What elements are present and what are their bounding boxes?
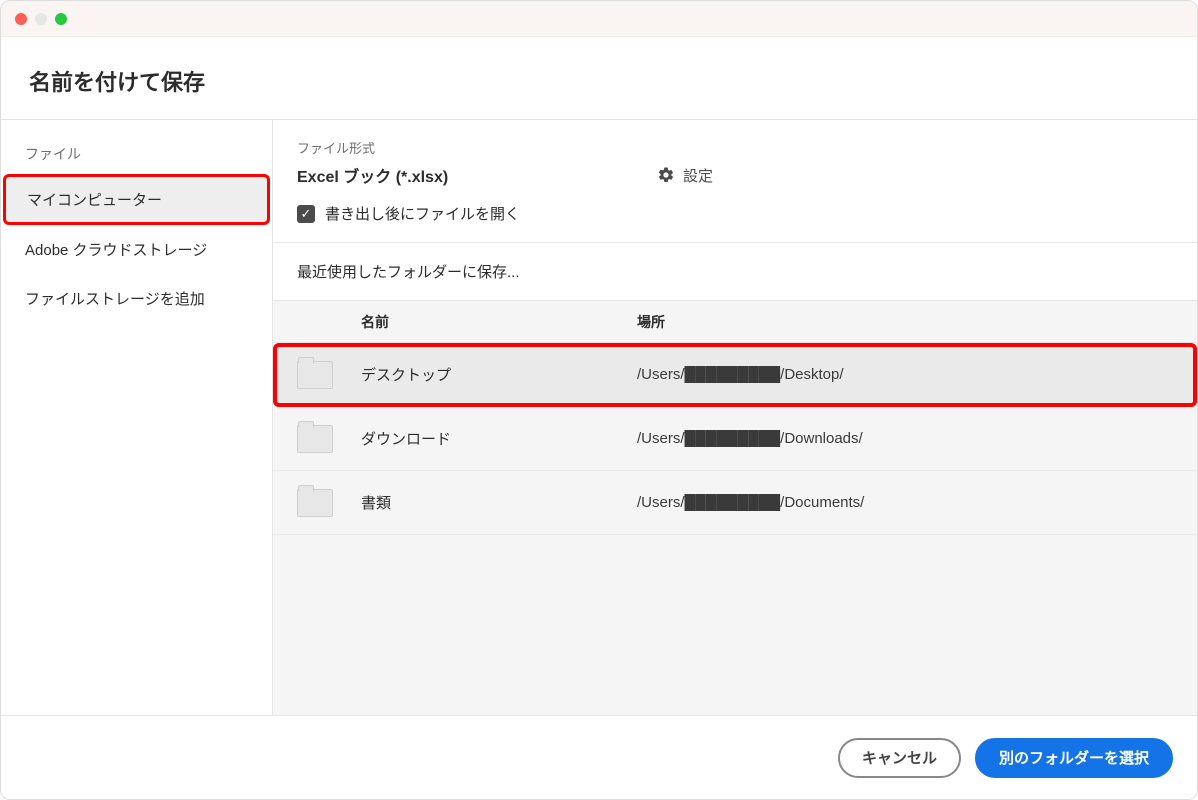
gear-icon (657, 166, 675, 184)
checkbox-label: 書き出し後にファイルを開く (325, 203, 520, 224)
folder-icon (297, 425, 333, 453)
dialog-title: 名前を付けて保存 (29, 65, 1169, 97)
sidebar-item-label: マイコンピューター (27, 192, 162, 209)
sidebar-item-add-storage[interactable]: ファイルストレージを追加 (1, 274, 272, 323)
file-type-value[interactable]: Excel ブック (*.xlsx) (297, 163, 657, 187)
sidebar-section-label: ファイル (1, 134, 272, 174)
sidebar-item-label: ファイルストレージを追加 (25, 291, 205, 308)
choose-other-folder-button[interactable]: 別のフォルダーを選択 (975, 738, 1173, 778)
dialog-body: ファイル マイコンピューター Adobe クラウドストレージ ファイルストレージ… (1, 119, 1197, 715)
file-type-section: ファイル形式 Excel ブック (*.xlsx) 設定 ✓ 書き出し後にファイ… (273, 120, 1197, 242)
sidebar-item-adobe-cloud[interactable]: Adobe クラウドストレージ (1, 225, 272, 274)
file-type-label: ファイル形式 (297, 138, 1173, 157)
zoom-window-button[interactable] (55, 13, 67, 25)
folder-icon (297, 361, 333, 389)
settings-label: 設定 (683, 165, 713, 186)
folder-row-desktop[interactable]: デスクトップ /Users/█████████/Desktop/ (273, 343, 1197, 407)
folder-icon (297, 489, 333, 517)
folder-location: /Users/█████████/Documents/ (637, 494, 1173, 511)
sidebar-item-label: Adobe クラウドストレージ (25, 242, 207, 259)
folder-location: /Users/█████████/Downloads/ (637, 430, 1173, 447)
checkbox-checked-icon: ✓ (297, 205, 315, 223)
folder-name: ダウンロード (361, 428, 637, 449)
file-type-settings-button[interactable]: 設定 (657, 165, 713, 186)
column-header-location[interactable]: 場所 (637, 312, 1173, 332)
dialog-footer: キャンセル 別のフォルダーを選択 (1, 715, 1197, 799)
open-after-export-checkbox[interactable]: ✓ 書き出し後にファイルを開く (297, 203, 1173, 224)
save-as-dialog: 名前を付けて保存 ファイル マイコンピューター Adobe クラウドストレージ … (0, 0, 1198, 800)
folder-name: デスクトップ (361, 364, 637, 385)
list-header-row: 名前 場所 (273, 301, 1197, 343)
folder-row-documents[interactable]: 書類 /Users/█████████/Documents/ (273, 471, 1197, 535)
recent-folders-list: 名前 場所 デスクトップ /Users/█████████/Desktop/ ダ… (273, 300, 1197, 715)
main-panel: ファイル形式 Excel ブック (*.xlsx) 設定 ✓ 書き出し後にファイ… (273, 120, 1197, 715)
sidebar-item-my-computer[interactable]: マイコンピューター (3, 174, 270, 225)
close-window-button[interactable] (15, 13, 27, 25)
sidebar: ファイル マイコンピューター Adobe クラウドストレージ ファイルストレージ… (1, 120, 273, 715)
cancel-button[interactable]: キャンセル (838, 738, 961, 778)
recent-folders-heading: 最近使用したフォルダーに保存... (273, 242, 1197, 300)
folder-location: /Users/█████████/Desktop/ (637, 366, 1173, 383)
dialog-header: 名前を付けて保存 (1, 37, 1197, 119)
minimize-window-button[interactable] (35, 13, 47, 25)
window-titlebar (1, 1, 1197, 37)
column-header-name[interactable]: 名前 (361, 312, 637, 332)
window-controls (15, 13, 67, 25)
folder-row-downloads[interactable]: ダウンロード /Users/█████████/Downloads/ (273, 407, 1197, 471)
folder-name: 書類 (361, 492, 637, 513)
